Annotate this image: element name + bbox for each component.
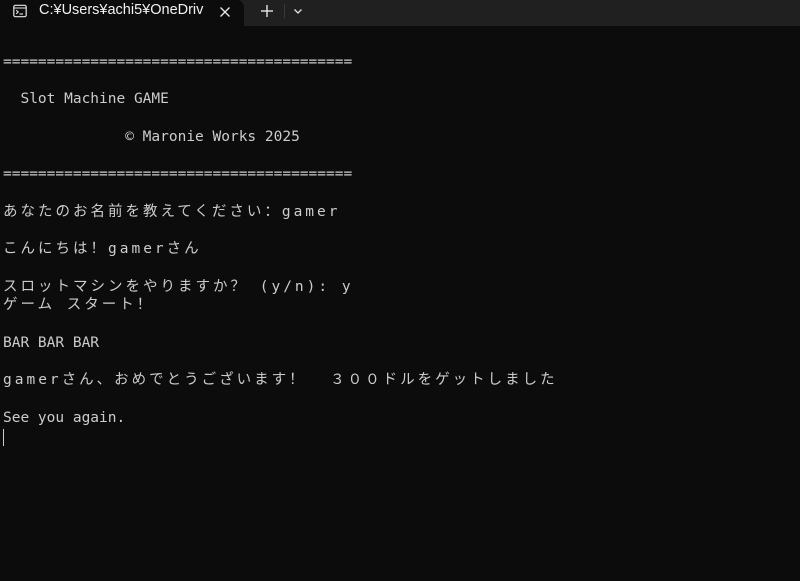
tab-bar: C:¥Users¥achi5¥OneDriv (0, 0, 800, 26)
tab-title: C:¥Users¥achi5¥OneDriv (39, 2, 204, 18)
terminal-output[interactable]: ========================================… (3, 26, 793, 581)
separator-bottom: ======================================== (3, 166, 353, 182)
name-prompt: あなたのお名前を教えてください：gamer (3, 204, 341, 220)
terminal-icon (13, 4, 27, 18)
greeting-line: こんにちは！gamerさん (3, 241, 202, 257)
reels-result: BAR BAR BAR (3, 335, 100, 351)
close-icon[interactable] (216, 3, 234, 21)
farewell-line: See you again. (3, 410, 126, 426)
play-prompt: スロットマシンをやりますか？ (y/n): y (3, 279, 354, 295)
separator-top: ======================================== (3, 54, 353, 70)
text-cursor (3, 429, 4, 446)
tab-divider (284, 4, 285, 18)
plus-icon[interactable] (257, 2, 277, 20)
terminal-window: C:¥Users¥achi5¥OneDriv =================… (0, 0, 800, 581)
copyright-line: © Maronie Works 2025 (3, 129, 300, 145)
chevron-down-icon[interactable] (289, 2, 307, 20)
game-start-line: ゲーム スタート！ (3, 297, 155, 313)
game-title: Slot Machine GAME (3, 91, 169, 107)
tab-active[interactable]: C:¥Users¥achi5¥OneDriv (0, 0, 244, 26)
win-message: gamerさん、おめでとうございます！ ３００ドルをゲットしました (3, 372, 558, 388)
